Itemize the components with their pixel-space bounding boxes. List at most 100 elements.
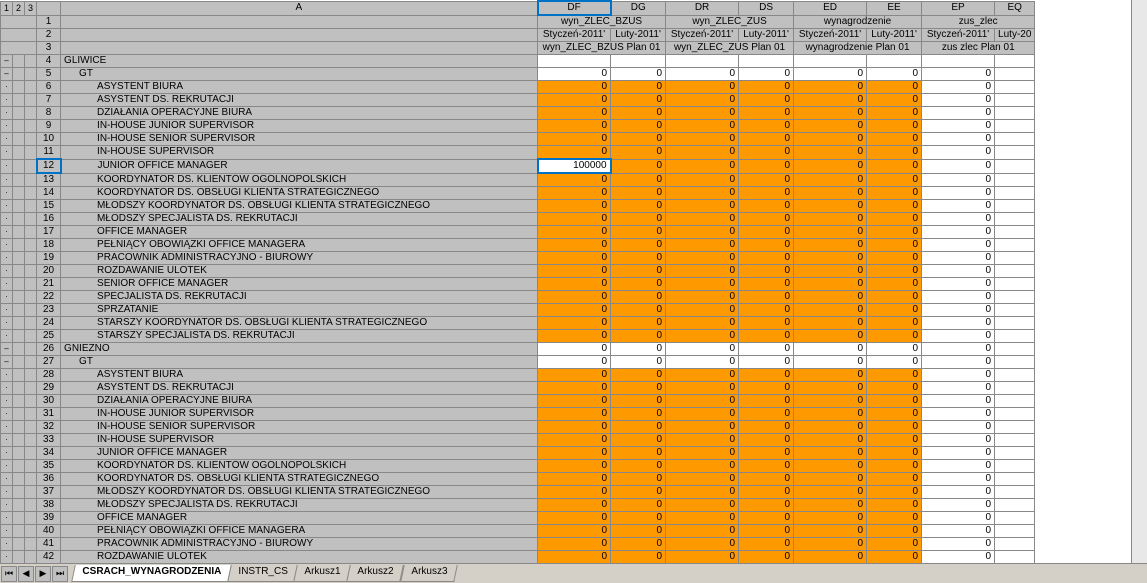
outline-dot-icon[interactable]: · xyxy=(1,187,13,200)
data-cell[interactable]: 0 xyxy=(794,278,867,291)
data-cell[interactable]: 0 xyxy=(611,265,666,278)
data-cell[interactable] xyxy=(995,499,1035,512)
data-cell[interactable]: 0 xyxy=(867,133,922,146)
data-cell[interactable]: 0 xyxy=(922,133,995,146)
data-cell[interactable] xyxy=(995,525,1035,538)
data-cell[interactable]: 0 xyxy=(666,447,739,460)
data-cell[interactable]: 0 xyxy=(611,382,666,395)
data-cell[interactable]: 0 xyxy=(739,265,794,278)
data-cell[interactable]: 0 xyxy=(538,538,611,551)
data-cell[interactable]: 0 xyxy=(794,408,867,421)
data-cell[interactable]: 0 xyxy=(794,317,867,330)
data-cell[interactable] xyxy=(995,512,1035,525)
data-cell[interactable]: 0 xyxy=(611,81,666,94)
row-label[interactable]: PRACOWNIK ADMINISTRACYJNO - BIUROWY xyxy=(61,252,538,265)
data-cell[interactable]: 0 xyxy=(739,133,794,146)
data-cell[interactable]: 0 xyxy=(739,120,794,133)
data-cell[interactable]: 0 xyxy=(538,304,611,317)
data-cell[interactable]: 0 xyxy=(739,447,794,460)
row-head[interactable]: 29 xyxy=(37,382,61,395)
outline-dot-icon[interactable]: · xyxy=(1,173,13,187)
data-cell[interactable]: 0 xyxy=(739,304,794,317)
data-cell[interactable]: 0 xyxy=(867,213,922,226)
data-cell[interactable]: 0 xyxy=(611,356,666,369)
outline-dot-icon[interactable]: · xyxy=(1,473,13,486)
data-cell[interactable]: 0 xyxy=(794,434,867,447)
data-cell[interactable]: 0 xyxy=(794,486,867,499)
row-label[interactable]: KOORDYNATOR DS. KLIENTÓW OGÓLNOPOLSKICH xyxy=(61,173,538,187)
data-cell[interactable] xyxy=(995,356,1035,369)
row-head[interactable]: 5 xyxy=(37,68,61,81)
data-cell[interactable] xyxy=(995,55,1035,68)
data-cell[interactable]: 0 xyxy=(922,239,995,252)
data-cell[interactable]: 0 xyxy=(666,68,739,81)
row-label[interactable]: KOORDYNATOR DS. KLIENTÓW OGÓLNOPOLSKICH xyxy=(61,460,538,473)
data-cell[interactable]: 0 xyxy=(794,382,867,395)
data-cell[interactable]: 0 xyxy=(611,499,666,512)
data-cell[interactable]: 0 xyxy=(538,278,611,291)
data-cell[interactable]: 0 xyxy=(794,239,867,252)
data-cell[interactable]: 0 xyxy=(739,408,794,421)
data-cell[interactable] xyxy=(995,408,1035,421)
data-cell[interactable] xyxy=(995,187,1035,200)
outline-dot-icon[interactable]: · xyxy=(1,226,13,239)
data-cell[interactable]: 0 xyxy=(794,304,867,317)
data-cell[interactable]: 0 xyxy=(611,434,666,447)
data-cell[interactable] xyxy=(995,460,1035,473)
row-head[interactable]: 28 xyxy=(37,369,61,382)
data-cell[interactable]: 0 xyxy=(611,107,666,120)
data-cell[interactable] xyxy=(739,55,794,68)
data-cell[interactable] xyxy=(922,55,995,68)
data-cell[interactable]: 0 xyxy=(922,120,995,133)
outline-dot-icon[interactable]: · xyxy=(1,434,13,447)
data-cell[interactable]: 0 xyxy=(739,525,794,538)
data-cell[interactable]: 0 xyxy=(922,68,995,81)
row-head[interactable]: 8 xyxy=(37,107,61,120)
row-label[interactable]: SENIOR OFFICE MANAGER xyxy=(61,278,538,291)
data-cell[interactable]: 0 xyxy=(538,239,611,252)
row-head[interactable]: 26 xyxy=(37,343,61,356)
data-cell[interactable]: 0 xyxy=(922,447,995,460)
data-cell[interactable]: 0 xyxy=(867,447,922,460)
data-cell[interactable]: 0 xyxy=(611,317,666,330)
data-cell[interactable]: 0 xyxy=(867,107,922,120)
row-1-head[interactable]: 1 xyxy=(37,15,61,29)
data-cell[interactable]: 0 xyxy=(794,252,867,265)
data-cell[interactable] xyxy=(666,55,739,68)
data-cell[interactable]: 0 xyxy=(794,159,867,173)
data-cell[interactable]: 0 xyxy=(538,120,611,133)
col-DS[interactable]: DS xyxy=(739,1,794,15)
data-cell[interactable]: 0 xyxy=(538,94,611,107)
data-cell[interactable]: 0 xyxy=(611,278,666,291)
data-cell[interactable]: 0 xyxy=(794,200,867,213)
data-cell[interactable]: 0 xyxy=(922,486,995,499)
sheet-tab[interactable]: Arkusz2 xyxy=(347,565,405,582)
data-cell[interactable]: 0 xyxy=(922,213,995,226)
outline-dot-icon[interactable]: · xyxy=(1,382,13,395)
data-cell[interactable] xyxy=(995,421,1035,434)
data-cell[interactable]: 0 xyxy=(739,68,794,81)
row-label[interactable]: ASYSTENT DS. REKRUTACJI xyxy=(61,382,538,395)
data-cell[interactable]: 0 xyxy=(666,291,739,304)
data-cell[interactable]: 0 xyxy=(794,226,867,239)
col-ED[interactable]: ED xyxy=(794,1,867,15)
tab-nav-prev[interactable]: ◀ xyxy=(18,566,34,582)
data-cell[interactable]: 0 xyxy=(922,330,995,343)
data-cell[interactable]: 0 xyxy=(867,343,922,356)
data-cell[interactable]: 0 xyxy=(794,81,867,94)
row-label[interactable]: KOORDYNATOR DS. OBSŁUGI KLIENTA STRATEGI… xyxy=(61,187,538,200)
data-cell[interactable]: 0 xyxy=(666,81,739,94)
row-head[interactable]: 9 xyxy=(37,120,61,133)
data-cell[interactable]: 0 xyxy=(794,551,867,564)
data-cell[interactable]: 0 xyxy=(611,94,666,107)
outline-dot-icon[interactable]: · xyxy=(1,159,13,173)
data-cell[interactable]: 0 xyxy=(666,434,739,447)
data-cell[interactable]: 0 xyxy=(666,200,739,213)
data-cell[interactable] xyxy=(995,120,1035,133)
data-cell[interactable]: 0 xyxy=(666,343,739,356)
outline-collapse-icon[interactable]: – xyxy=(1,68,13,81)
data-cell[interactable]: 0 xyxy=(922,356,995,369)
data-cell[interactable]: 0 xyxy=(739,434,794,447)
row-label[interactable]: OFFICE MANAGER xyxy=(61,512,538,525)
data-cell[interactable]: 0 xyxy=(922,551,995,564)
